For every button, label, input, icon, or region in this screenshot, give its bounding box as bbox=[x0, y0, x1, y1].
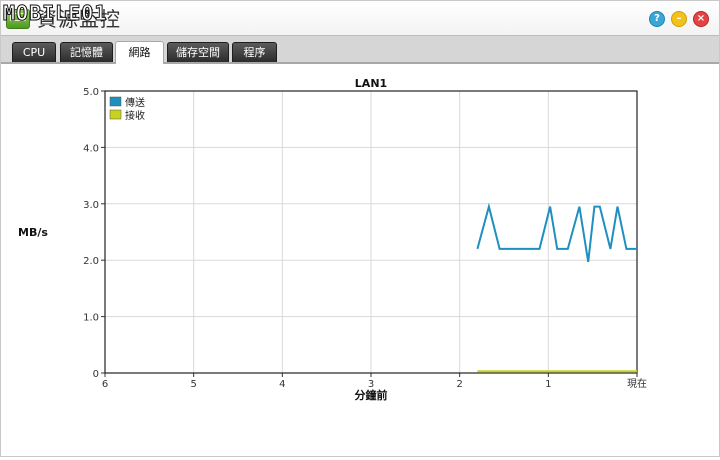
legend-label-1: 接收 bbox=[125, 109, 145, 122]
tab-storage[interactable]: 儲存空間 bbox=[167, 42, 229, 62]
series-line-0 bbox=[476, 202, 637, 263]
y-axis-label: MB/s bbox=[18, 226, 48, 239]
x-axis-label: 分鐘前 bbox=[355, 388, 388, 402]
legend-swatch-1 bbox=[109, 109, 122, 120]
y-tick-label: 1.0 bbox=[83, 313, 99, 324]
help-button[interactable]: ? bbox=[649, 11, 665, 27]
x-tick-label: 1 bbox=[545, 379, 551, 390]
y-tick-label: 0 bbox=[93, 369, 99, 380]
x-tick-label: 6 bbox=[102, 379, 108, 390]
y-tick-label: 2.0 bbox=[83, 256, 99, 267]
legend-label-0: 傳送 bbox=[125, 96, 145, 109]
network-chart: LAN101.02.03.04.05.06 5 4 3 2 1 現在分鐘前傳送接收 bbox=[83, 77, 647, 402]
tab-processes[interactable]: 程序 bbox=[232, 42, 277, 62]
network-chart-area: MB/s LAN1 0 1.0 2.0 3.0 4.0 5.0 6 5 4 3 2 1 現在 分鐘前 傳送 接收 bbox=[1, 63, 719, 456]
tab-network[interactable]: 網路 bbox=[115, 41, 164, 64]
x-tick-label: 2 bbox=[456, 379, 462, 390]
y-tick-label: 3.0 bbox=[83, 200, 99, 211]
tab-bar: CPU 記憶體 網路 儲存空間 程序 bbox=[1, 35, 719, 64]
title-bar[interactable]: 資源監控 MOBILE01 ? – × bbox=[1, 1, 719, 35]
minimize-button[interactable]: – bbox=[671, 11, 687, 27]
resource-monitor-window: 資源監控 MOBILE01 ? – × CPU 記憶體 網路 儲存空間 程序 M… bbox=[0, 0, 720, 457]
y-tick-label: 5.0 bbox=[83, 87, 99, 98]
x-tick-label: 4 bbox=[279, 379, 285, 390]
chart-title: LAN1 bbox=[355, 77, 387, 90]
legend-swatch-0 bbox=[109, 96, 122, 107]
tab-cpu[interactable]: CPU bbox=[12, 42, 56, 62]
y-tick-label: 4.0 bbox=[83, 143, 99, 154]
watermark-logo: MOBILE01 bbox=[2, 1, 108, 26]
close-button[interactable]: × bbox=[693, 11, 709, 27]
tab-memory[interactable]: 記憶體 bbox=[60, 42, 113, 62]
x-tick-label: 5 bbox=[190, 379, 196, 390]
x-tick-label: 現在 bbox=[627, 378, 647, 390]
